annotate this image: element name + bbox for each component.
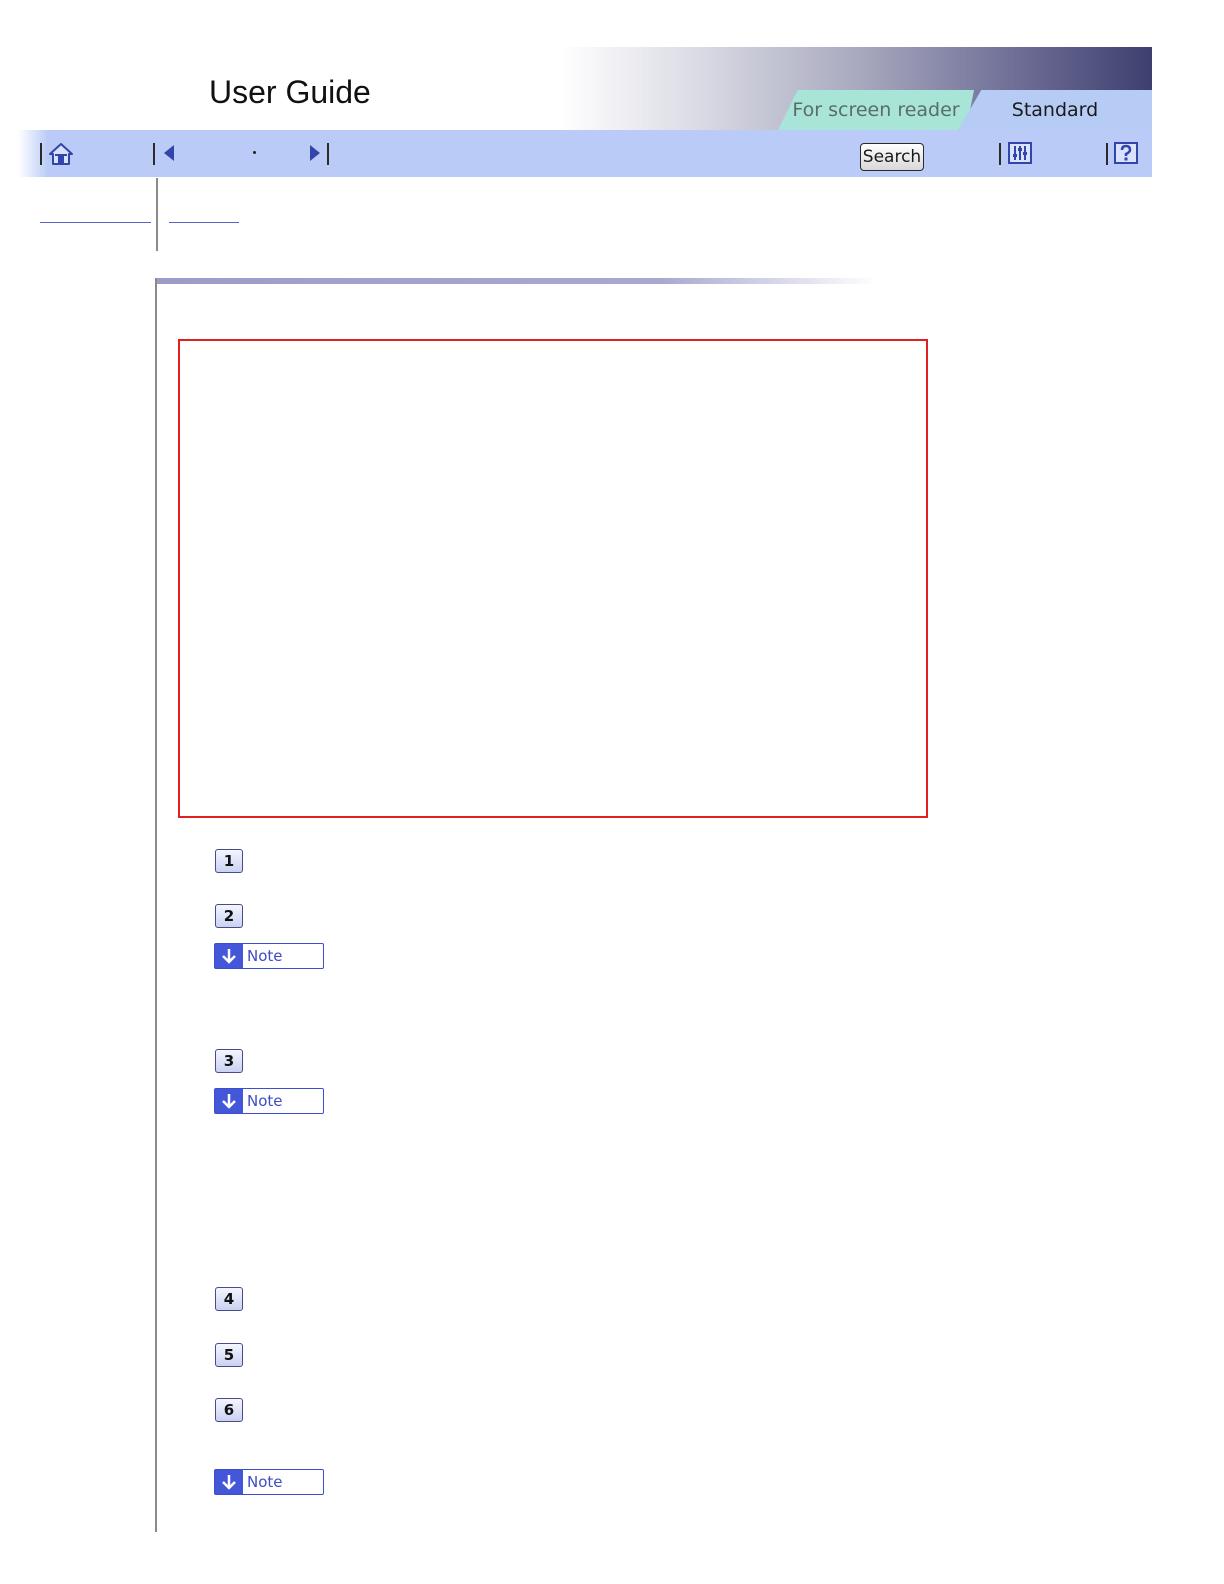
heading-rule [157,278,877,284]
note-label: Note [214,943,324,969]
figure-frame [178,339,928,818]
note-text: Note [247,947,283,965]
help-icon[interactable] [1114,142,1138,164]
step-number-badge: 2 [215,904,243,928]
toolbar-divider [999,143,1001,165]
toolbar-divider [1106,143,1108,165]
home-icon[interactable] [48,142,74,166]
toolbar-divider [327,143,329,165]
step-number-badge: 6 [215,1398,243,1422]
toolbar-divider [40,143,42,165]
breadcrumb-link[interactable] [40,222,151,223]
tab-screen-reader[interactable]: For screen reader [778,90,974,130]
breadcrumb-divider [156,178,158,251]
note-label: Note [214,1469,324,1495]
settings-icon[interactable] [1008,142,1032,164]
step-number-badge: 1 [215,849,243,873]
step-number-badge: 4 [215,1287,243,1311]
down-arrow-icon [215,1470,243,1494]
breadcrumb-link[interactable] [169,222,239,223]
content-left-rule [155,278,157,1532]
toolbar-divider [153,143,155,165]
toolbar [18,130,1152,177]
step-number-badge: 5 [215,1343,243,1367]
previous-icon[interactable] [161,143,177,163]
step-number-badge: 3 [215,1049,243,1073]
note-text: Note [247,1473,283,1491]
note-label: Note [214,1088,324,1114]
page-title: User Guide [209,74,371,110]
note-text: Note [247,1092,283,1110]
page-separator-dot [253,151,256,154]
next-icon[interactable] [307,143,323,163]
down-arrow-icon [215,1089,243,1113]
tab-standard[interactable]: Standard [958,90,1152,130]
search-button[interactable]: Search [860,143,924,171]
down-arrow-icon [215,944,243,968]
